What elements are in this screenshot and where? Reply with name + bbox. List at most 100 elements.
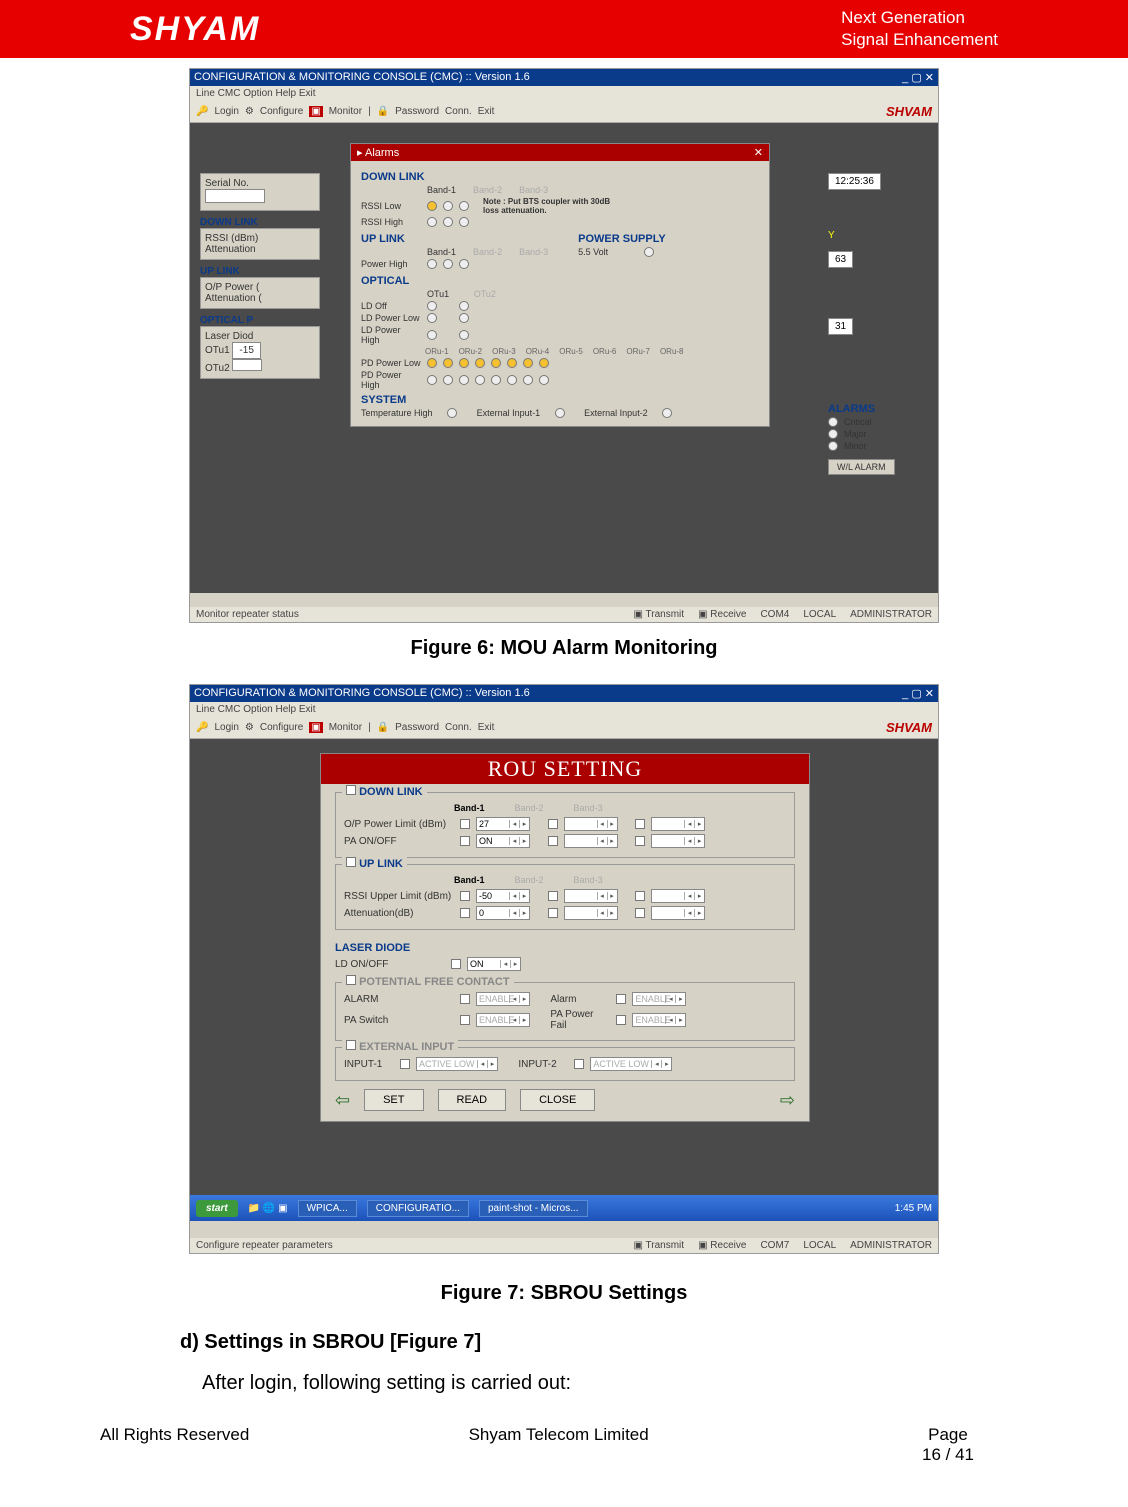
pdpl-label: PD Power Low bbox=[361, 358, 421, 368]
login-btn[interactable]: Login bbox=[214, 106, 238, 117]
conn-btn[interactable]: Conn. bbox=[445, 722, 472, 733]
alarm-title: Alarms bbox=[365, 147, 399, 159]
alarm-dialog: ▸ Alarms✕ DOWN LINK Band-1 Band-2 Band-3… bbox=[350, 143, 770, 427]
monitor-btn[interactable]: Monitor bbox=[329, 106, 362, 117]
rssi-high-label: RSSI High bbox=[361, 217, 421, 227]
button-row: ⇦ SET READ CLOSE ⇨ bbox=[335, 1089, 795, 1111]
next-arrow-icon[interactable]: ⇨ bbox=[780, 1090, 795, 1111]
status-text: Monitor repeater status bbox=[196, 609, 299, 620]
laser-group: LASER DIODE LD ON/OFF ON◂▸ bbox=[335, 936, 795, 976]
brand-text: SHVAM bbox=[886, 720, 932, 735]
page-header: SHYAM Next Generation Signal Enhancement bbox=[0, 0, 1128, 58]
figure-6-caption: Figure 6: MOU Alarm Monitoring bbox=[100, 637, 1028, 660]
figure-6: CONFIGURATION & MONITORING CONSOLE (CMC)… bbox=[100, 68, 1028, 660]
task-item[interactable]: WPICA... bbox=[298, 1200, 357, 1217]
rssi-upper-input[interactable]: -50◂▸ bbox=[476, 889, 530, 903]
toolbar-2: 🔑Login ⚙Configure ▣Monitor | 🔒Password C… bbox=[190, 717, 938, 739]
downlink-section: DOWN LINK bbox=[361, 171, 759, 183]
led-icon bbox=[427, 201, 437, 211]
close-button[interactable]: CLOSE bbox=[520, 1089, 595, 1111]
figure-7-caption: Figure 7: SBROU Settings bbox=[100, 1282, 1028, 1305]
serial-label: Serial No. bbox=[205, 178, 249, 189]
volt-label: 5.5 Volt bbox=[578, 247, 638, 257]
password-btn[interactable]: Password bbox=[395, 106, 439, 117]
otu1-value: -15 bbox=[232, 342, 260, 359]
att2-label: Attenuation ( bbox=[205, 293, 262, 304]
footer-left: All Rights Reserved bbox=[100, 1425, 249, 1465]
exit-btn[interactable]: Exit bbox=[478, 106, 495, 117]
statusbar-2: Configure repeater parameters ▣ Transmit… bbox=[190, 1238, 938, 1253]
otu2-value bbox=[232, 359, 262, 371]
rou-setting-panel: ROU SETTING DOWN LINK Band-1Band-2Band-3… bbox=[320, 753, 810, 1122]
paragraph: After login, following setting is carrie… bbox=[202, 1372, 1028, 1395]
rssi-label: RSSI (dBm) bbox=[205, 233, 258, 244]
configure-btn[interactable]: Configure bbox=[260, 106, 303, 117]
configure-btn[interactable]: Configure bbox=[260, 722, 303, 733]
conn-btn[interactable]: Conn. bbox=[445, 106, 472, 117]
ldph-label: LD Power High bbox=[361, 325, 421, 345]
left-panel: Serial No. DOWN LINK RSSI (dBm) Attenuati… bbox=[200, 173, 320, 385]
task-item[interactable]: paint-shot - Micros... bbox=[479, 1200, 588, 1217]
window-titlebar-2: CONFIGURATION & MONITORING CONSOLE (CMC)… bbox=[190, 685, 938, 702]
downlink-checkbox[interactable] bbox=[346, 785, 356, 795]
monitor-btn[interactable]: Monitor bbox=[329, 722, 362, 733]
uplink-group: UP LINK Band-1Band-2Band-3 RSSI Upper Li… bbox=[335, 864, 795, 930]
uplink-checkbox[interactable] bbox=[346, 857, 356, 867]
downlink-group: DOWN LINK Band-1Band-2Band-3 O/P Power L… bbox=[335, 792, 795, 858]
screenshot-sbrou-settings: CONFIGURATION & MONITORING CONSOLE (CMC)… bbox=[189, 684, 939, 1254]
window-controls-icon[interactable]: _ ▢ ✕ bbox=[902, 687, 934, 700]
atten-label: Attenuation(dB) bbox=[344, 908, 454, 919]
statusbar: Monitor repeater status ▣ Transmit ▣ Rec… bbox=[190, 607, 938, 622]
ext-input-group: EXTERNAL INPUT INPUT-1ACTIVE LOW◂▸ INPUT… bbox=[335, 1047, 795, 1081]
alarms-h: ALARMS bbox=[828, 403, 928, 415]
op-power-input[interactable]: 27◂▸ bbox=[476, 817, 530, 831]
windows-taskbar: start 📁 🌐 ▣ WPICA... CONFIGURATIO... pai… bbox=[190, 1195, 938, 1221]
rssi-upper-label: RSSI Upper Limit (dBm) bbox=[344, 891, 454, 902]
menubar-2[interactable]: Line CMC Option Help Exit bbox=[190, 702, 938, 717]
brand-text: SHVAM bbox=[886, 104, 932, 119]
rssi-low-label: RSSI Low bbox=[361, 201, 421, 211]
ext1-label: External Input-1 bbox=[477, 408, 541, 418]
figure-7: CONFIGURATION & MONITORING CONSOLE (CMC)… bbox=[100, 678, 1028, 1305]
window-titlebar: CONFIGURATION & MONITORING CONSOLE (CMC)… bbox=[190, 69, 938, 86]
ldpl-label: LD Power Low bbox=[361, 313, 421, 323]
uplink-h: UP LINK bbox=[200, 266, 320, 277]
pa-onoff-input[interactable]: ON◂▸ bbox=[476, 834, 530, 848]
ext2-label: External Input-2 bbox=[584, 408, 648, 418]
password-btn[interactable]: Password bbox=[395, 722, 439, 733]
read-button[interactable]: READ bbox=[438, 1089, 507, 1111]
ldoff-label: LD Off bbox=[361, 301, 421, 311]
status-text-2: Configure repeater parameters bbox=[196, 1240, 333, 1251]
set-button[interactable]: SET bbox=[364, 1089, 423, 1111]
optical-section: OPTICAL bbox=[361, 275, 759, 287]
val2: 31 bbox=[828, 318, 853, 335]
app-body: Serial No. DOWN LINK RSSI (dBm) Attenuati… bbox=[190, 123, 938, 593]
body-text: d) Settings in SBROU [Figure 7] After lo… bbox=[180, 1331, 1028, 1395]
otu2-label: OTu2 bbox=[205, 363, 230, 374]
section-heading: d) Settings in SBROU [Figure 7] bbox=[180, 1331, 1028, 1354]
ld-onoff-label: LD ON/OFF bbox=[335, 959, 445, 970]
pa-onoff-label: PA ON/OFF bbox=[344, 836, 454, 847]
ld-onoff-input[interactable]: ON◂▸ bbox=[467, 957, 521, 971]
atten-input[interactable]: 0◂▸ bbox=[476, 906, 530, 920]
otu1-label: OTu1 bbox=[205, 345, 230, 356]
exit-btn[interactable]: Exit bbox=[478, 722, 495, 733]
toolbar: 🔑Login ⚙Configure ▣Monitor | 🔒Password C… bbox=[190, 101, 938, 123]
panel-title: ROU SETTING bbox=[321, 754, 809, 784]
task-item[interactable]: CONFIGURATIO... bbox=[367, 1200, 469, 1217]
menubar[interactable]: Line CMC Option Help Exit bbox=[190, 86, 938, 101]
window-controls-icon[interactable]: _ ▢ ✕ bbox=[902, 71, 934, 84]
laser-h: LASER DIODE bbox=[335, 942, 795, 954]
close-icon[interactable]: ✕ bbox=[754, 146, 763, 159]
wl-alarm-btn[interactable]: W/L ALARM bbox=[828, 459, 895, 475]
prev-arrow-icon[interactable]: ⇦ bbox=[335, 1090, 350, 1111]
alarm-titlebar: ▸ Alarms✕ bbox=[351, 144, 769, 161]
footer-page: Page 16 / 41 bbox=[868, 1425, 1028, 1465]
serial-input[interactable] bbox=[205, 189, 265, 203]
downlink-h: DOWN LINK bbox=[200, 217, 320, 228]
page-body: CONFIGURATION & MONITORING CONSOLE (CMC)… bbox=[0, 58, 1128, 1485]
start-button[interactable]: start bbox=[196, 1200, 238, 1217]
footer-mid: Shyam Telecom Limited bbox=[469, 1425, 649, 1465]
op-power-label: O/P Power Limit (dBm) bbox=[344, 819, 454, 830]
login-btn[interactable]: Login bbox=[214, 722, 238, 733]
